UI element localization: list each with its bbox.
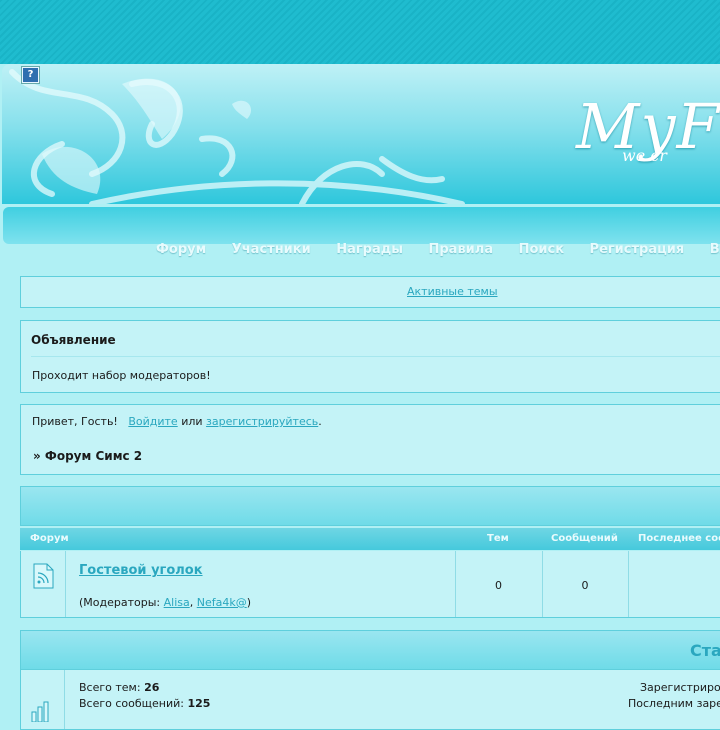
greeting-text: Привет, Гость! xyxy=(32,415,118,428)
moderators-prefix: (Модераторы: xyxy=(79,596,161,609)
moderator-link-alisa[interactable]: Alisa xyxy=(164,596,190,609)
stats-box: Всего тем: 26 Всего сообщений: 125 Зарег… xyxy=(20,670,720,730)
table-row: Гостевой уголок (Модераторы: Alisa, Nefa… xyxy=(20,551,720,618)
top-band xyxy=(0,0,720,64)
forum-topics-count: 0 xyxy=(495,579,502,592)
moderator-separator: , xyxy=(189,596,194,609)
breadcrumb: » Форум Симс 2 xyxy=(33,449,143,463)
moderator-link-nefa4k[interactable]: Nefa4k@ xyxy=(197,596,247,609)
announcement-box: Объявление Проходит набор модераторов! xyxy=(20,320,720,393)
forum-link-guest-corner[interactable]: Гостевой уголок xyxy=(79,563,203,578)
or-text: или xyxy=(181,415,203,428)
welcome-line: Привет, Гость! Войдите или зарегистрируй… xyxy=(32,415,322,428)
help-icon[interactable]: ? xyxy=(22,67,39,83)
forum-moderators: (Модераторы: Alisa, Nefa4k@) xyxy=(79,596,251,609)
stats-header: Ста xyxy=(20,630,720,670)
announcement-title: Объявление xyxy=(31,333,116,347)
col-last-post: Последнее сооб xyxy=(638,533,720,544)
active-topics-bar: Активные темы xyxy=(20,276,720,308)
total-posts-label: Всего сообщений: xyxy=(79,697,184,710)
forum-logo-tagline: we cr xyxy=(622,146,667,165)
forum-feed-icon xyxy=(33,563,54,589)
total-topics-value: 26 xyxy=(144,681,160,694)
col-posts: Сообщений xyxy=(551,533,618,544)
stats-last-registered: Последним заре xyxy=(628,697,720,710)
nav-awards[interactable]: Награды xyxy=(336,242,403,257)
nav-rules[interactable]: Правила xyxy=(429,242,494,257)
welcome-box: Привет, Гость! Войдите или зарегистрируй… xyxy=(20,404,720,475)
register-link[interactable]: зарегистрируйтесь xyxy=(206,415,318,428)
announcement-text: Проходит набор модераторов! xyxy=(32,369,211,382)
moderators-suffix: ) xyxy=(246,596,252,609)
login-link[interactable]: Войдите xyxy=(128,415,177,428)
nav-members[interactable]: Участники xyxy=(232,242,311,257)
total-topics-label: Всего тем: xyxy=(79,681,141,694)
stats-total-topics: Всего тем: 26 xyxy=(79,681,159,694)
active-topics-link[interactable]: Активные темы xyxy=(407,285,498,298)
stats-title: Ста xyxy=(690,641,720,660)
col-forum: Форум xyxy=(30,533,69,544)
forum-posts-count: 0 xyxy=(581,579,589,592)
main-nav: Форум Участники Награды Правила Поиск Ре… xyxy=(156,242,720,257)
period-text: . xyxy=(318,415,322,428)
nav-register[interactable]: Регистрация xyxy=(590,242,685,257)
forum-table-header: Форум Тем Сообщений Последнее сооб xyxy=(20,528,720,550)
nav-forum[interactable]: Форум xyxy=(156,242,206,257)
stats-chart-icon xyxy=(31,701,49,722)
col-topics: Тем xyxy=(487,533,509,544)
forum-category-header xyxy=(20,486,720,526)
stats-total-posts: Всего сообщений: 125 xyxy=(79,697,210,710)
stats-registered: Зарегистриро xyxy=(640,681,720,694)
navbar xyxy=(3,207,720,244)
announcement-divider xyxy=(31,356,720,357)
nav-search[interactable]: Поиск xyxy=(519,242,564,257)
nav-login[interactable]: Вх xyxy=(710,242,720,257)
total-posts-value: 125 xyxy=(187,697,211,710)
